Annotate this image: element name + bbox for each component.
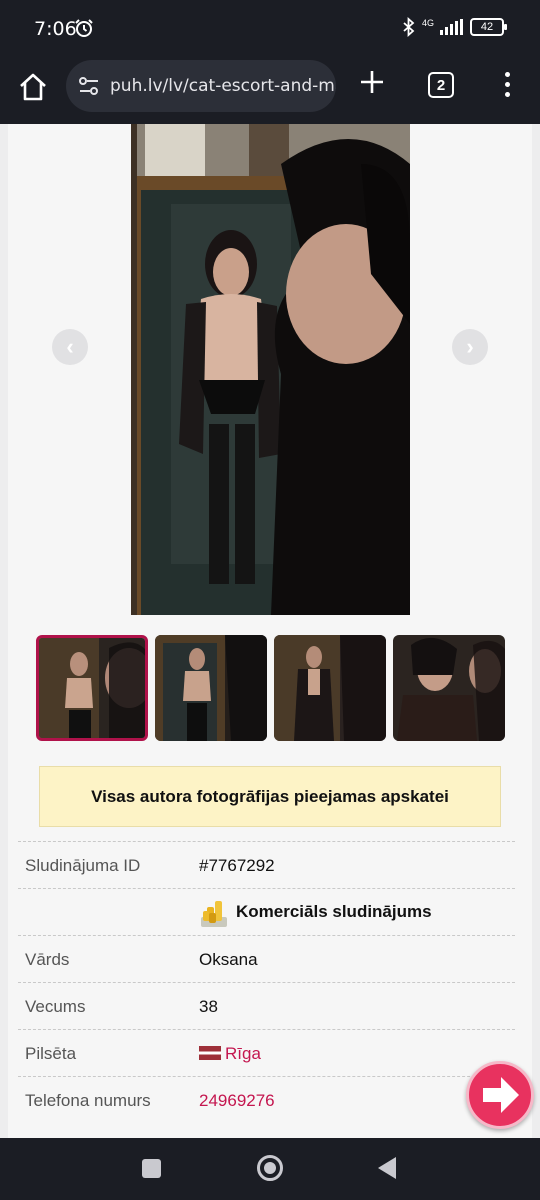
gallery-prev-button[interactable]: ‹ [52, 329, 88, 365]
web-page: ‹ › Visas autora fotogrāfijas pieejamas … [0, 124, 540, 1138]
home-nav-button[interactable] [257, 1155, 283, 1181]
detail-row-ad-id: Sludinājuma ID #7767292 [18, 841, 515, 888]
thumbnail-2[interactable] [155, 635, 267, 741]
coins-icon [201, 901, 227, 927]
recents-button[interactable] [142, 1159, 161, 1178]
phone-link[interactable]: 24969276 [199, 1091, 275, 1111]
ad-id-label: Sludinājuma ID [25, 856, 141, 875]
latvia-flag-icon [199, 1046, 221, 1060]
photo-image [131, 124, 410, 615]
back-button[interactable] [378, 1157, 396, 1179]
city-label: Pilsēta [25, 1044, 77, 1063]
city-link[interactable]: Rīga [199, 1044, 261, 1064]
status-icons: 4G 42 [402, 17, 507, 37]
age-value: 38 [199, 997, 218, 1016]
ad-id-value: #7767292 [199, 856, 275, 875]
gallery-prev-arrow: ‹ [66, 334, 74, 359]
battery-icon: 42 [470, 18, 507, 36]
age-label: Vecums [25, 997, 86, 1016]
gallery-next-arrow: › [466, 334, 474, 359]
home-icon[interactable] [16, 70, 50, 104]
detail-row-age: Vecums 38 [18, 982, 515, 1029]
city-value: Rīga [225, 1044, 261, 1063]
address-bar[interactable]: puh.lv/lv/cat-escort-and-ma [66, 60, 336, 112]
name-label: Vārds [25, 950, 70, 969]
commercial-ad-label: Komerciāls sludinājums [236, 902, 432, 921]
thumbnail-3[interactable] [274, 635, 386, 741]
name-value: Oksana [199, 950, 258, 969]
thumbnail-4[interactable] [393, 635, 505, 741]
thumbnail-strip [36, 635, 508, 743]
site-settings-icon[interactable] [78, 75, 100, 97]
gallery-next-button[interactable]: › [452, 329, 488, 365]
status-bar: 7:06 4G 42 [0, 0, 540, 58]
alarm-icon [75, 19, 93, 37]
ad-details-table: Sludinājuma ID #7767292 Komerciāls sludi… [18, 841, 515, 1123]
status-time: 7:06 [34, 18, 77, 40]
bluetooth-icon [403, 17, 415, 37]
photos-notice: Visas autora fotogrāfijas pieejamas apsk… [39, 766, 501, 827]
detail-row-phone: Telefona numurs 24969276 [18, 1076, 515, 1123]
phone-label: Telefona numurs [25, 1091, 151, 1110]
main-photo[interactable] [131, 124, 410, 615]
tab-switcher-button[interactable]: 2 [428, 72, 454, 98]
signal-icon [440, 19, 463, 35]
system-navigation-bar [0, 1138, 540, 1200]
detail-row-name: Vārds Oksana [18, 935, 515, 982]
network-type: 4G [421, 18, 434, 28]
tab-count: 2 [436, 76, 446, 94]
new-tab-icon[interactable] [358, 68, 386, 96]
battery-level: 42 [480, 21, 494, 33]
thumbnail-1[interactable] [36, 635, 148, 741]
url-text: puh.lv/lv/cat-escort-and-ma [110, 76, 336, 96]
more-menu-icon[interactable] [500, 72, 514, 98]
browser-toolbar: puh.lv/lv/cat-escort-and-ma 2 [0, 58, 540, 124]
detail-row-city: Pilsēta Rīga [18, 1029, 515, 1076]
listing-content: ‹ › Visas autora fotogrāfijas pieejamas … [8, 124, 532, 1138]
next-ad-button[interactable] [466, 1061, 534, 1129]
detail-row-commercial: Komerciāls sludinājums [18, 888, 515, 935]
arrow-right-icon [483, 1077, 519, 1113]
